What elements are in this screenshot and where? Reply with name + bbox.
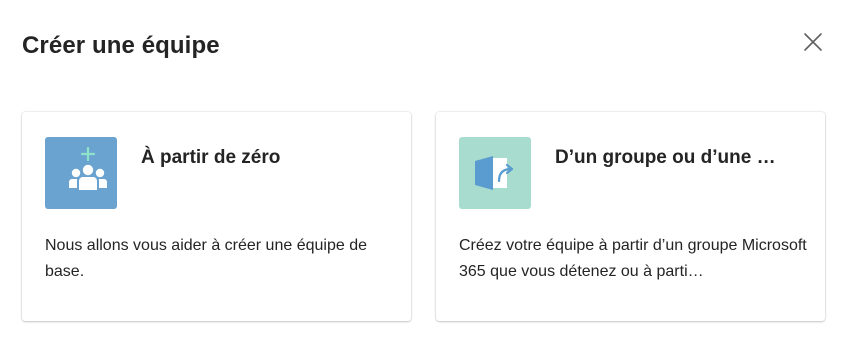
- close-icon: [804, 33, 822, 51]
- card-title: D’un groupe ou d’une …: [555, 147, 776, 168]
- dialog-title: Créer une équipe: [22, 32, 220, 59]
- from-scratch-card[interactable]: À partir de zéro Nous allons vous aider …: [22, 112, 411, 321]
- card-description: Créez votre équipe à partir d’un groupe …: [459, 237, 807, 280]
- card-description: Nous allons vous aider à créer une équip…: [45, 237, 367, 280]
- team-options: À partir de zéro Nous allons vous aider …: [22, 112, 825, 321]
- people-add-icon: [45, 137, 117, 209]
- create-team-dialog: Créer une équipe À partir de zéro Nous a…: [0, 0, 855, 337]
- from-group-card[interactable]: D’un groupe ou d’une … Créez votre équip…: [436, 112, 825, 321]
- close-button[interactable]: [797, 26, 829, 58]
- group-import-icon: [459, 137, 531, 209]
- card-title: À partir de zéro: [141, 147, 281, 168]
